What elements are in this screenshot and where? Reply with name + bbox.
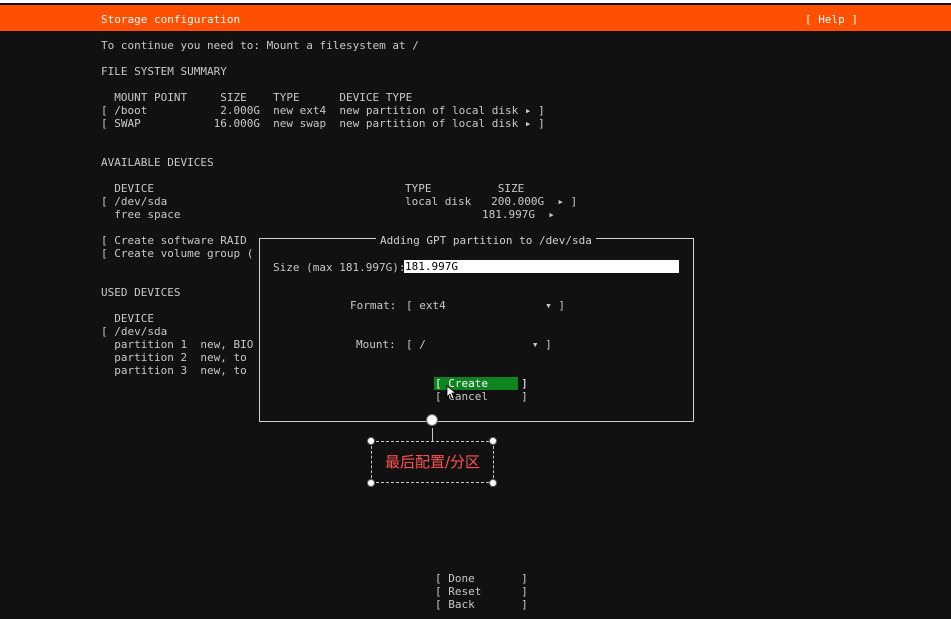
used-row-partition-2[interactable]: partition 2 new, to (101, 351, 246, 364)
fs-row-boot[interactable]: [ /boot 2.000G new ext4 new partition of… (101, 104, 545, 117)
format-select[interactable]: [ ext4 ▾ ] (406, 299, 565, 312)
used-col-device: DEVICE (101, 312, 154, 325)
annotation-connector (432, 428, 433, 441)
page-title: Storage configuration (101, 13, 241, 26)
annotation-handle-top-right[interactable] (489, 437, 497, 445)
fs-summary-heading: FILE SYSTEM SUMMARY (101, 65, 227, 78)
create-raid-button[interactable]: [ Create software RAID (101, 234, 247, 247)
mount-select[interactable]: [ / ▾ ] (406, 338, 552, 351)
used-row-sda[interactable]: [ /dev/sda (101, 325, 167, 338)
used-row-partition-1[interactable]: partition 1 new, BIO (101, 338, 253, 351)
fs-row-swap[interactable]: [ SWAP 16.000G new swap new partition of… (101, 117, 545, 130)
annotation-label: 最后配置/分区 (384, 453, 481, 471)
annotation-handle-bottom-left[interactable] (367, 479, 375, 487)
dialog-title: Adding GPT partition to /dev/sda (376, 234, 596, 247)
back-button[interactable]: [ Back ] (435, 598, 528, 611)
device-row-free-space[interactable]: free space (101, 208, 180, 221)
help-button[interactable]: [ Help ] (805, 13, 858, 26)
create-vg-button[interactable]: [ Create volume group ( (101, 247, 253, 260)
header-bar: Storage configuration [ Help ] (0, 5, 951, 31)
device-row-sda-details: local disk 200.000G ▸ ] (405, 195, 578, 208)
size-label: Size (max 181.997G): (273, 261, 406, 274)
format-label: Format: (350, 299, 397, 312)
size-input[interactable] (404, 260, 679, 273)
device-row-free-space-details: 181.997G ▸ (482, 208, 555, 221)
annotation-handle-bottom-right[interactable] (489, 479, 497, 487)
annotation-rotate-handle[interactable] (426, 414, 438, 426)
installer-screen: Storage configuration [ Help ] To contin… (0, 3, 951, 619)
reset-button[interactable]: [ Reset ] (435, 585, 528, 598)
mount-label: Mount: (356, 338, 396, 351)
available-col-device: DEVICE (101, 182, 154, 195)
instruction-text: To continue you need to: Mount a filesys… (101, 39, 419, 52)
done-button[interactable]: [ Done ] (435, 572, 528, 585)
used-row-partition-3[interactable]: partition 3 new, to (101, 364, 246, 377)
available-col-type-size: TYPE SIZE (405, 182, 525, 195)
annotation-handle-top-left[interactable] (367, 437, 375, 445)
fs-summary-columns: MOUNT POINT SIZE TYPE DEVICE TYPE (101, 91, 413, 104)
available-devices-heading: AVAILABLE DEVICES (101, 156, 214, 169)
mouse-cursor-icon (446, 385, 458, 400)
used-devices-heading: USED DEVICES (101, 286, 181, 299)
device-row-sda[interactable]: [ /dev/sda (101, 195, 167, 208)
